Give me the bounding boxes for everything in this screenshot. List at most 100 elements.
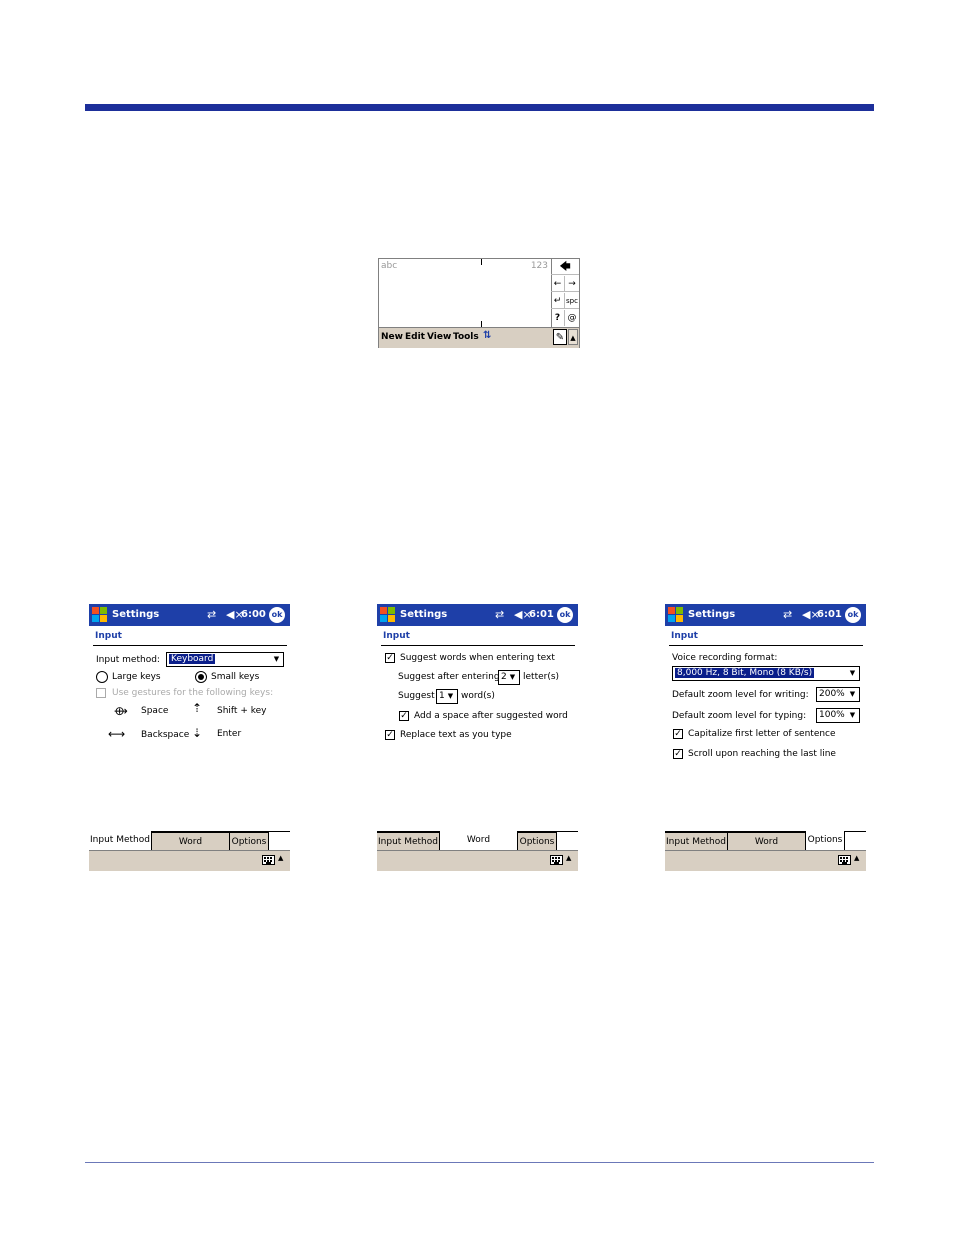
tab-options[interactable]: Options — [230, 832, 269, 850]
tab-strip: Input Method Word Completion Options — [665, 831, 866, 865]
enter-key[interactable]: ↵ — [551, 293, 565, 309]
chevron-down-icon: ▼ — [447, 692, 454, 700]
header-divider — [381, 645, 575, 646]
menu-edit[interactable]: Edit — [405, 332, 425, 342]
chevron-down-icon: ▼ — [273, 655, 280, 663]
pen-icon: ✎ — [555, 332, 565, 343]
clock[interactable]: 6:01 — [817, 609, 842, 620]
large-keys-radio[interactable] — [96, 671, 108, 683]
title-bar: Settings ⇄ ◀× 6:01 ok — [377, 604, 578, 626]
zoom-typing-value: 100% — [819, 710, 845, 720]
backspace-arrow-icon: 🡄 — [559, 260, 571, 273]
footer-rule — [85, 1162, 874, 1163]
voice-format-label: Voice recording format: — [672, 653, 778, 663]
scroll-label: Scroll upon reaching the last line — [688, 749, 836, 759]
window-title: Settings — [688, 609, 736, 620]
replace-text-label: Replace text as you type — [400, 730, 512, 740]
letters-dropdown[interactable]: 2 ▼ — [498, 670, 520, 685]
ok-button[interactable]: ok — [845, 607, 861, 623]
header-divider — [93, 645, 287, 646]
window-title: Settings — [112, 609, 160, 620]
up-arrow-icon[interactable]: ▲ — [566, 854, 571, 862]
zoom-typing-dropdown[interactable]: 100% ▼ — [816, 708, 860, 723]
words-dropdown[interactable]: 1 ▼ — [436, 689, 458, 704]
enter-label: Enter — [217, 729, 242, 739]
up-arrow-icon: ▲ — [570, 334, 576, 342]
settings-screen-input-method: Settings ⇄ ◀× 6:00 ok Input Input method… — [89, 604, 290, 872]
clock[interactable]: 6:01 — [529, 609, 554, 620]
tab-strip: Input Method Word Completion Options — [89, 831, 290, 865]
windows-start-icon[interactable] — [379, 606, 397, 624]
connectivity-icon[interactable]: ⇄ — [783, 608, 792, 621]
zoom-writing-dropdown[interactable]: 200% ▼ — [816, 687, 860, 702]
shift-gesture-icon: ⇡ — [192, 701, 203, 715]
ok-button[interactable]: ok — [557, 607, 573, 623]
command-bar: ▲ — [665, 850, 866, 871]
up-arrow-icon[interactable]: ▲ — [854, 854, 859, 862]
space-key[interactable]: spc — [565, 293, 579, 309]
numeric-label: 123 — [530, 261, 548, 271]
use-gestures-checkbox[interactable] — [96, 688, 106, 698]
capitalize-checkbox[interactable]: ✓ — [673, 729, 683, 739]
small-keys-radio[interactable] — [195, 671, 207, 683]
tab-input-method[interactable]: Input Method — [665, 832, 728, 850]
tab-input-method[interactable]: Input Method — [377, 832, 440, 850]
voice-format-dropdown[interactable]: 8,000 Hz, 8 Bit, Mono (8 KB/s) ▼ — [672, 666, 860, 681]
help-key[interactable]: ? — [551, 310, 565, 326]
page-header: Input — [383, 631, 410, 641]
space-label: Space — [141, 706, 169, 716]
connectivity-icon[interactable]: ⇄ — [495, 608, 504, 621]
tab-input-method[interactable]: Input Method — [89, 831, 152, 851]
ok-button[interactable]: ok — [269, 607, 285, 623]
zoom-typing-label: Default zoom level for typing: — [672, 711, 807, 721]
at-sign-key[interactable]: @ — [565, 310, 579, 326]
small-keys-label: Small keys — [211, 672, 260, 682]
menu-new[interactable]: New — [381, 332, 403, 342]
add-space-checkbox[interactable]: ✓ — [399, 711, 409, 721]
replace-text-checkbox[interactable]: ✓ — [385, 730, 395, 740]
undo-redo-icon[interactable]: ⇅ — [483, 330, 491, 341]
input-method-dropdown[interactable]: Keyboard ▼ — [166, 652, 284, 667]
left-arrow-key[interactable]: ← — [551, 276, 565, 292]
clock[interactable]: 6:00 — [241, 609, 266, 620]
menu-tools[interactable]: Tools — [453, 332, 479, 342]
suggest-label: Suggest — [398, 691, 435, 701]
enter-gesture-icon: ⇣ — [192, 726, 203, 740]
tab-word-completion[interactable]: Word Completion — [152, 832, 230, 865]
tab-options[interactable]: Options — [806, 831, 845, 851]
menu-bar: New Edit View Tools ⇅ ✎ ▲ — [379, 327, 579, 348]
windows-start-icon[interactable] — [91, 606, 109, 624]
page-header: Input — [95, 631, 122, 641]
command-bar: ▲ — [89, 850, 290, 871]
tab-word-completion[interactable]: Word Completion — [440, 831, 518, 863]
backspace-key[interactable]: 🡄 — [551, 259, 579, 275]
connectivity-icon[interactable]: ⇄ — [207, 608, 216, 621]
input-panel-toggle[interactable]: ▲ — [568, 329, 578, 345]
voice-format-value: 8,000 Hz, 8 Bit, Mono (8 KB/s) — [675, 668, 815, 678]
window-title: Settings — [400, 609, 448, 620]
chevron-down-icon: ▼ — [849, 669, 856, 677]
writing-area[interactable]: abc 123 — [379, 259, 552, 327]
capitalize-label: Capitalize first letter of sentence — [688, 729, 836, 739]
right-arrow-key[interactable]: → — [565, 276, 579, 292]
settings-screen-word-completion: Settings ⇄ ◀× 6:01 ok Input ✓ Suggest wo… — [377, 604, 578, 872]
tab-word-completion[interactable]: Word Completion — [728, 832, 806, 865]
suggest-words-checkbox[interactable]: ✓ — [385, 653, 395, 663]
menu-view[interactable]: View — [427, 332, 451, 342]
shift-key-label: Shift + key — [217, 706, 267, 716]
windows-start-icon[interactable] — [667, 606, 685, 624]
pen-button[interactable]: ✎ — [553, 329, 567, 345]
chevron-down-icon: ▼ — [849, 690, 856, 698]
scroll-checkbox[interactable]: ✓ — [673, 749, 683, 759]
keyboard-icon[interactable] — [262, 855, 275, 865]
keyboard-icon[interactable] — [550, 855, 563, 865]
input-method-value: Keyboard — [169, 654, 216, 664]
keyboard-icon[interactable] — [838, 855, 851, 865]
transcriber-panel: abc 123 🡄 ← → ↵ spc ? @ New Edit View To… — [378, 258, 580, 348]
tab-options[interactable]: Options — [518, 832, 557, 850]
transcriber-keypad: 🡄 ← → ↵ spc ? @ — [551, 259, 579, 327]
title-bar: Settings ⇄ ◀× 6:01 ok — [665, 604, 866, 626]
up-arrow-icon[interactable]: ▲ — [278, 854, 283, 862]
backspace-label: Backspace — [141, 730, 190, 740]
title-bar: Settings ⇄ ◀× 6:00 ok — [89, 604, 290, 626]
